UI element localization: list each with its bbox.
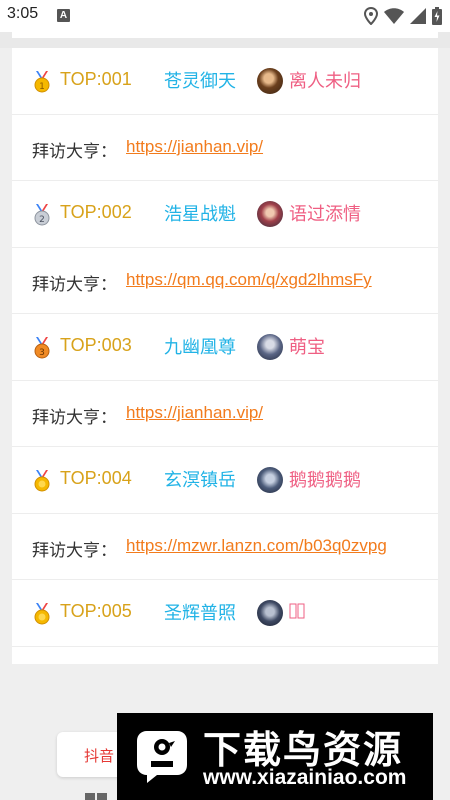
battery-icon <box>432 7 442 25</box>
ranking-row: 2 TOP:002 浩星战魁 语过添情 <box>12 181 438 248</box>
guild-name: 浩星战魁 <box>164 204 236 225</box>
notification-badge: A <box>57 9 70 22</box>
visit-link[interactable]: https://qm.qq.com/q/xgd2lhmsFy <box>126 270 372 290</box>
svg-text:3: 3 <box>39 348 45 358</box>
visit-row: 拜访大亨： https://mzwr.lanzn.com/b03q0zvpg <box>12 514 438 580</box>
player-avatar <box>257 467 283 493</box>
ranking-row: TOP:004 玄溟镇岳 鹅鹅鹅鹅 <box>12 447 438 514</box>
ranking-row: 3 TOP:003 九幽凰尊 萌宝 <box>12 314 438 381</box>
visit-label: 拜访大亨： <box>32 142 117 162</box>
visit-label: 拜访大亨： <box>32 275 117 295</box>
gold-medal-icon: 1 <box>34 71 50 93</box>
player-name: 萌宝 <box>289 337 325 358</box>
status-time: 3:05 <box>7 5 39 22</box>
player-name: 离人未归 <box>289 71 361 92</box>
player-avatar <box>257 68 283 94</box>
visit-row: 拜访大亨： https://qm.qq.com/q/xgd2lhmsFy <box>12 248 438 314</box>
status-icons <box>364 6 442 26</box>
visit-row: 拜访大亨： https://jianhan.vip/ <box>12 115 438 181</box>
visit-row: 拜访大亨： https://jianhan.vip/ <box>12 381 438 447</box>
guild-name: 九幽凰尊 <box>164 337 236 358</box>
gold-medal-icon <box>34 603 50 625</box>
visit-link[interactable]: https://mzwr.lanzn.com/b03q0zvpg <box>126 536 387 556</box>
douyin-button-label: 抖音 <box>84 747 115 765</box>
player-name-placeholder <box>289 599 305 624</box>
watermark-url: www.xiazainiao.com <box>203 766 407 789</box>
rank-label: TOP:001 <box>60 69 132 89</box>
svg-text:2: 2 <box>39 215 45 225</box>
ranking-row: TOP:005 圣辉普照 <box>12 580 438 647</box>
nav-grid-icon[interactable] <box>85 793 107 800</box>
watermark-banner: 下载鸟资源 www.xiazainiao.com <box>117 713 433 800</box>
player-avatar <box>257 600 283 626</box>
player-avatar <box>257 201 283 227</box>
player-name: 鹅鹅鹅鹅 <box>289 470 361 491</box>
guild-name: 苍灵御天 <box>164 71 236 92</box>
guild-name: 圣辉普照 <box>164 603 236 624</box>
visit-link[interactable]: https://jianhan.vip/ <box>126 403 263 423</box>
location-icon <box>364 7 378 25</box>
rank-label: TOP:004 <box>60 468 132 488</box>
visit-link[interactable]: https://jianhan.vip/ <box>126 137 263 157</box>
bronze-medal-icon: 3 <box>34 337 50 359</box>
svg-text:1: 1 <box>39 82 45 92</box>
rank-label: TOP:005 <box>60 601 132 621</box>
rank-label: TOP:003 <box>60 335 132 355</box>
guild-name: 玄溟镇岳 <box>164 470 236 491</box>
bird-logo-icon <box>131 725 193 787</box>
wifi-icon <box>384 8 404 24</box>
rank-label: TOP:002 <box>60 202 132 222</box>
previous-card-edge <box>12 32 438 38</box>
missing-glyph-icon <box>289 603 305 619</box>
player-name: 语过添情 <box>289 204 361 225</box>
ranking-card: 1 TOP:001 苍灵御天 离人未归 拜访大亨： https://jianha… <box>12 48 438 664</box>
visit-label: 拜访大亨： <box>32 408 117 428</box>
silver-medal-icon: 2 <box>34 204 50 226</box>
ranking-row: 1 TOP:001 苍灵御天 离人未归 <box>12 48 438 115</box>
player-avatar <box>257 334 283 360</box>
status-bar: 3:05 A <box>0 0 450 32</box>
gold-medal-icon <box>34 470 50 492</box>
signal-icon <box>410 8 426 24</box>
visit-label: 拜访大亨： <box>32 541 117 561</box>
